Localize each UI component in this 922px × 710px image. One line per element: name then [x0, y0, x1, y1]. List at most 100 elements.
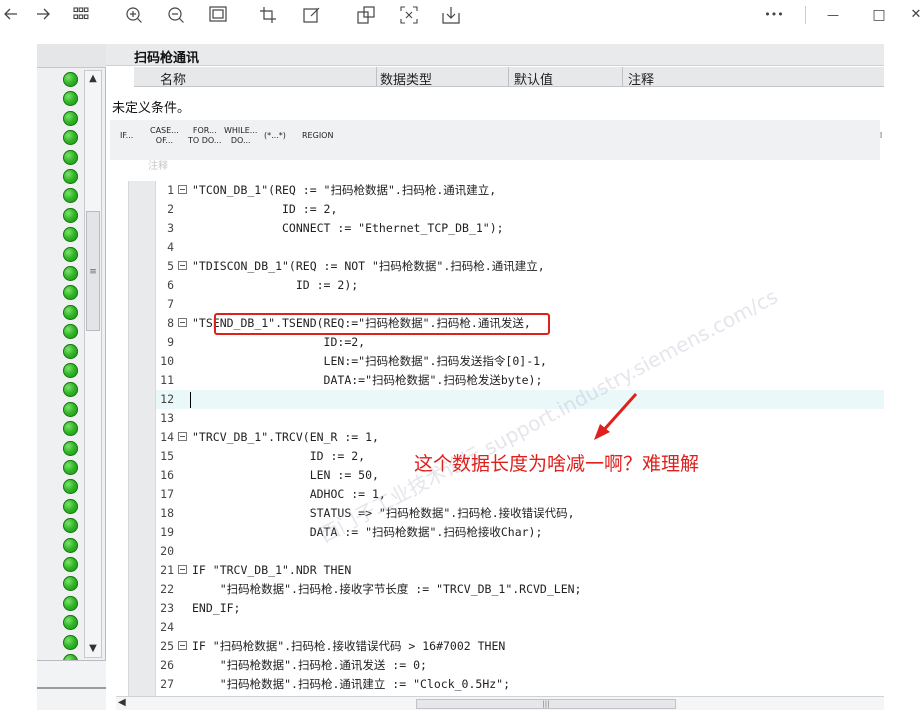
code-line[interactable]: 1 "TCON_DB_1"(REQ := "扫码枪数据".扫码枪.通讯建立, [156, 181, 886, 200]
line-number: 20 [160, 544, 174, 558]
zoom-out-icon[interactable] [165, 4, 187, 26]
line-number: 2 [167, 202, 174, 216]
code-line[interactable]: 25 IF "扫码枪数据".扫码枪.接收错误代码 > 16#7002 THEN [156, 637, 886, 656]
minimize-button[interactable]: — [822, 4, 844, 26]
code-line[interactable]: 19 DATA := "扫码枪数据".扫码枪接收Char); [156, 523, 886, 542]
code-line[interactable]: 3 CONNECT := "Ethernet_TCP_DB_1"); [156, 219, 886, 238]
code-text: "扫码枪数据".扫码枪.通讯建立 := "Clock_0.5Hz"; [192, 677, 511, 691]
code-text: "TCON_DB_1"(REQ := "扫码枪数据".扫码枪.通讯建立, [192, 183, 497, 197]
fold-toggle-icon[interactable] [178, 565, 187, 574]
region-button[interactable]: REGION [302, 131, 333, 141]
status-led-icon [63, 246, 78, 262]
crop-icon[interactable] [257, 4, 279, 26]
grid-icon[interactable] [70, 4, 92, 26]
column-default[interactable]: 默认值 [514, 69, 553, 88]
code-text: ID := 2, [192, 449, 366, 463]
code-line[interactable]: 23 END_IF; [156, 599, 886, 618]
column-comment[interactable]: 注释 [628, 69, 654, 88]
code-line[interactable]: 26 "扫码枪数据".扫码枪.通讯发送 := 0; [156, 656, 886, 675]
code-line[interactable]: 24 [156, 618, 886, 637]
line-number: 7 [167, 297, 174, 311]
code-text: IF "TRCV_DB_1".NDR THEN [192, 563, 352, 577]
right-margin [884, 44, 922, 710]
interface-column-header: 名称 数据类型 默认值 注释 [134, 67, 884, 88]
line-number: 25 [160, 639, 174, 653]
code-line[interactable]: 2 ID := 2, [156, 200, 886, 219]
column-name[interactable]: 名称 [160, 69, 186, 88]
maximize-button[interactable]: □ [868, 4, 890, 26]
close-button[interactable]: ✕ [905, 4, 922, 26]
highlight-box [214, 313, 550, 335]
status-led-icon [63, 401, 78, 417]
line-number: 15 [160, 449, 174, 463]
line-number: 14 [160, 430, 174, 444]
fold-toggle-icon[interactable] [178, 432, 187, 441]
status-led-icon [63, 557, 78, 572]
status-led-icon [63, 304, 78, 320]
code-line[interactable]: 18 STATUS => "扫码枪数据".扫码枪.接收错误代码, [156, 504, 886, 523]
code-text: ID:=2, [192, 335, 366, 349]
status-led-icon [63, 227, 78, 243]
fold-toggle-icon[interactable] [178, 261, 187, 270]
horizontal-scrollbar[interactable]: ◀ ||| [116, 696, 884, 710]
line-number: 24 [160, 620, 174, 634]
status-led-icon [63, 130, 78, 146]
extract-icon[interactable] [355, 4, 377, 26]
scroll-up-icon[interactable]: ▲ [85, 71, 101, 87]
block-title: 扫码枪通讯 [134, 51, 200, 66]
scan-icon[interactable] [398, 4, 420, 26]
fold-toggle-icon[interactable] [178, 318, 187, 327]
scroll-down-icon[interactable]: ▼ [85, 641, 101, 657]
code-line[interactable]: 6 ID := 2); [156, 276, 886, 295]
code-line[interactable]: 4 [156, 238, 886, 257]
line-number: 19 [160, 525, 174, 539]
status-led-icon [63, 634, 78, 650]
code-line[interactable]: 21 IF "TRCV_DB_1".NDR THEN [156, 561, 886, 580]
fit-screen-icon[interactable] [207, 4, 229, 26]
if-button[interactable]: IF... [120, 131, 133, 141]
line-number: 3 [167, 221, 174, 235]
fold-toggle-icon[interactable] [178, 185, 187, 194]
more-button[interactable]: ••• [762, 4, 786, 26]
footer-divider [37, 687, 106, 689]
code-line[interactable]: 27 "扫码枪数据".扫码枪.通讯建立 := "Clock_0.5Hz"; [156, 675, 886, 694]
forward-icon[interactable] [32, 4, 54, 26]
scroll-thumb[interactable]: ≡ [86, 211, 100, 331]
line-number: 27 [160, 677, 174, 691]
toolbar-divider [805, 6, 806, 24]
status-led-icon [63, 72, 78, 87]
status-led-icon [63, 460, 78, 475]
annotation-arrow-icon [594, 392, 638, 440]
vertical-scrollbar[interactable]: ▲ ≡ ▼ [84, 70, 102, 658]
line-number: 13 [160, 411, 174, 425]
code-line[interactable]: 11 DATA:="扫码枪数据".扫码枪发送byte); [156, 371, 886, 390]
code-text: LEN := 50, [192, 468, 379, 482]
while-button[interactable]: WHILE... DO... [224, 126, 257, 146]
code-line[interactable]: 17 ADHOC := 1, [156, 485, 886, 504]
line-number: 1 [167, 183, 174, 197]
for-button[interactable]: FOR... TO DO... [188, 126, 222, 146]
status-led-icon [63, 382, 78, 398]
status-led-icon [63, 149, 78, 165]
block-title-bar: 扫码枪通讯 [106, 44, 884, 66]
column-datatype[interactable]: 数据类型 [380, 69, 432, 88]
back-icon[interactable] [0, 4, 22, 26]
edit-icon[interactable] [301, 4, 323, 26]
line-number: 17 [160, 487, 174, 501]
left-pane-footer [37, 660, 106, 710]
code-line[interactable]: 9 ID:=2, [156, 333, 886, 352]
comment-label: 注释 [148, 161, 168, 172]
scroll-left-icon[interactable]: ◀ [118, 697, 126, 708]
code-text: END_IF; [192, 601, 241, 615]
comment-block-button[interactable]: (*...*) [264, 131, 286, 141]
code-line[interactable]: 12 [156, 390, 886, 409]
code-line[interactable]: 5 "TDISCON_DB_1"(REQ := NOT "扫码枪数据".扫码枪.通… [156, 257, 886, 276]
fold-toggle-icon[interactable] [178, 641, 187, 650]
case-button[interactable]: CASE... OF... [150, 126, 179, 146]
zoom-in-icon[interactable] [123, 4, 145, 26]
hscroll-thumb[interactable]: ||| [416, 699, 676, 709]
save-icon[interactable] [440, 4, 462, 26]
code-line[interactable]: 20 [156, 542, 886, 561]
code-line[interactable]: 22 "扫码枪数据".扫码枪.接收字节长度 := "TRCV_DB_1".RCV… [156, 580, 886, 599]
code-line[interactable]: 10 LEN:="扫码枪数据".扫码发送指令[0]-1, [156, 352, 886, 371]
